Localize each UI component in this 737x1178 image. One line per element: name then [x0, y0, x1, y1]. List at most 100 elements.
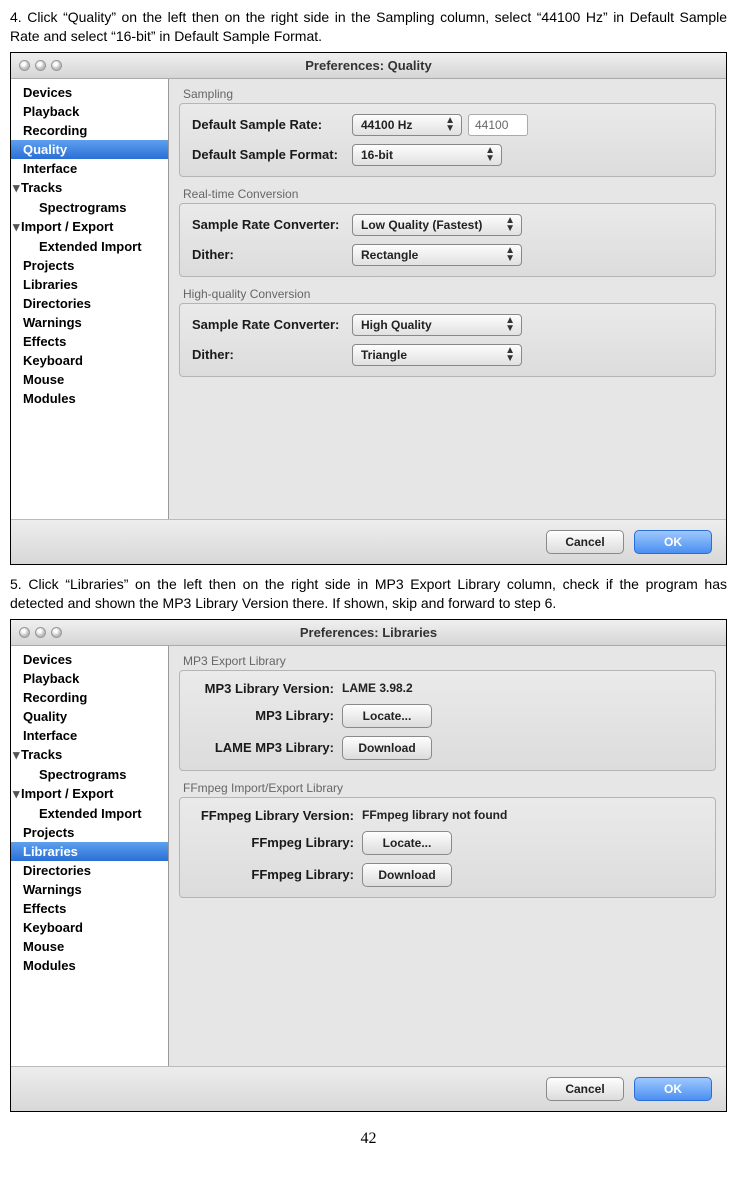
hq-converter-select[interactable]: High Quality ▲▼ — [352, 314, 522, 336]
sidebar-item-import-export[interactable]: ▾Import / Export — [11, 217, 168, 237]
ffmpeg-version-label: FFmpeg Library Version: — [192, 808, 362, 823]
disclosure-triangle-icon: ▾ — [13, 219, 21, 235]
sidebar-item-label: Directories — [23, 296, 91, 311]
sidebar-item-warnings[interactable]: Warnings — [11, 880, 168, 899]
sidebar-item-keyboard[interactable]: Keyboard — [11, 918, 168, 937]
sidebar-item-label: Interface — [23, 161, 77, 176]
rt-converter-select[interactable]: Low Quality (Fastest) ▲▼ — [352, 214, 522, 236]
realtime-group: Sample Rate Converter: Low Quality (Fast… — [179, 203, 716, 277]
mp3-library-label: MP3 Library: — [192, 708, 342, 723]
sidebar-item-label: Extended Import — [39, 239, 142, 254]
main-panel: Sampling Default Sample Rate: 44100 Hz ▲… — [169, 79, 726, 519]
rt-dither-label: Dither: — [192, 247, 352, 262]
ffmpeg-locate-button[interactable]: Locate... — [362, 831, 452, 855]
sidebar-item-interface[interactable]: Interface — [11, 726, 168, 745]
rt-converter-label: Sample Rate Converter: — [192, 217, 352, 232]
mp3-locate-button[interactable]: Locate... — [342, 704, 432, 728]
sidebar-item-mouse[interactable]: Mouse — [11, 937, 168, 956]
chevron-updown-icon: ▲▼ — [505, 217, 515, 233]
sidebar-item-projects[interactable]: Projects — [11, 256, 168, 275]
default-sample-rate-input[interactable]: 44100 — [468, 114, 528, 136]
sidebar-item-devices[interactable]: Devices — [11, 83, 168, 102]
step-4-text: 4. Click “Quality” on the left then on t… — [10, 8, 727, 46]
sidebar-item-label: Extended Import — [39, 806, 142, 821]
preferences-libraries-window: Preferences: Libraries DevicesPlaybackRe… — [10, 619, 727, 1112]
chevron-updown-icon: ▲▼ — [485, 147, 495, 163]
sidebar-item-label: Modules — [23, 391, 76, 406]
sidebar-item-quality[interactable]: Quality — [11, 140, 168, 159]
sidebar-item-label: Mouse — [23, 939, 64, 954]
sidebar-item-effects[interactable]: Effects — [11, 332, 168, 351]
dialog-footer: Cancel OK — [11, 519, 726, 564]
sidebar-item-projects[interactable]: Projects — [11, 823, 168, 842]
sidebar-item-modules[interactable]: Modules — [11, 956, 168, 975]
sidebar-item-directories[interactable]: Directories — [11, 294, 168, 313]
ffmpeg-version-value: FFmpeg library not found — [362, 808, 507, 822]
step-5-text: 5. Click “Libraries” on the left then on… — [10, 575, 727, 613]
lame-download-button[interactable]: Download — [342, 736, 432, 760]
mp3-group: MP3 Library Version: LAME 3.98.2 MP3 Lib… — [179, 670, 716, 771]
sidebar-item-libraries[interactable]: Libraries — [11, 275, 168, 294]
group-label-sampling: Sampling — [183, 87, 716, 101]
group-label-mp3: MP3 Export Library — [183, 654, 716, 668]
sidebar-item-tracks[interactable]: ▾Tracks — [11, 178, 168, 198]
sidebar-item-label: Keyboard — [23, 353, 83, 368]
ok-button[interactable]: OK — [634, 1077, 712, 1101]
sidebar-item-libraries[interactable]: Libraries — [11, 842, 168, 861]
sidebar-item-playback[interactable]: Playback — [11, 669, 168, 688]
sidebar-item-label: Libraries — [23, 277, 78, 292]
window-title: Preferences: Libraries — [11, 625, 726, 640]
chevron-updown-icon: ▲▼ — [445, 117, 455, 133]
ffmpeg-download-button[interactable]: Download — [362, 863, 452, 887]
ffmpeg-download-label: FFmpeg Library: — [192, 867, 362, 882]
sidebar: DevicesPlaybackRecording Quality Interface… — [11, 646, 169, 1066]
window-title: Preferences: Quality — [11, 58, 726, 73]
sidebar-item-modules[interactable]: Modules — [11, 389, 168, 408]
select-value: Low Quality (Fastest) — [361, 218, 482, 232]
sidebar-item-directories[interactable]: Directories — [11, 861, 168, 880]
default-sample-rate-label: Default Sample Rate: — [192, 117, 352, 132]
sidebar-item-recording[interactable]: Recording — [11, 688, 168, 707]
sidebar-item-extended-import[interactable]: Extended Import — [11, 804, 168, 823]
sidebar-item-spectrograms[interactable]: Spectrograms — [11, 765, 168, 784]
cancel-button[interactable]: Cancel — [546, 530, 624, 554]
sidebar-item-label: Directories — [23, 863, 91, 878]
sidebar-item-spectrograms[interactable]: Spectrograms — [11, 198, 168, 217]
titlebar: Preferences: Libraries — [11, 620, 726, 646]
ok-button[interactable]: OK — [634, 530, 712, 554]
sidebar-item-label: Effects — [23, 901, 66, 916]
default-sample-rate-select[interactable]: 44100 Hz ▲▼ — [352, 114, 462, 136]
group-label-hq: High-quality Conversion — [183, 287, 716, 301]
select-value: Rectangle — [361, 248, 418, 262]
page-number: 42 — [10, 1130, 727, 1148]
hq-dither-select[interactable]: Triangle ▲▼ — [352, 344, 522, 366]
sidebar-item-tracks[interactable]: ▾Tracks — [11, 745, 168, 765]
sidebar-item-label: Mouse — [23, 372, 64, 387]
sidebar-item-devices[interactable]: Devices — [11, 650, 168, 669]
sidebar-item-keyboard[interactable]: Keyboard — [11, 351, 168, 370]
default-sample-format-select[interactable]: 16-bit ▲▼ — [352, 144, 502, 166]
dialog-footer: Cancel OK — [11, 1066, 726, 1111]
select-value: 44100 Hz — [361, 118, 412, 132]
sidebar-item-mouse[interactable]: Mouse — [11, 370, 168, 389]
disclosure-triangle-icon: ▾ — [13, 180, 21, 196]
sidebar-item-quality[interactable]: Quality — [11, 707, 168, 726]
group-label-realtime: Real-time Conversion — [183, 187, 716, 201]
rt-dither-select[interactable]: Rectangle ▲▼ — [352, 244, 522, 266]
hq-converter-label: Sample Rate Converter: — [192, 317, 352, 332]
sidebar: DevicesPlaybackRecordingQuality Interface… — [11, 79, 169, 519]
sampling-group: Default Sample Rate: 44100 Hz ▲▼ 44100 D… — [179, 103, 716, 177]
hq-group: Sample Rate Converter: High Quality ▲▼ D… — [179, 303, 716, 377]
sidebar-item-extended-import[interactable]: Extended Import — [11, 237, 168, 256]
cancel-button[interactable]: Cancel — [546, 1077, 624, 1101]
sidebar-item-interface[interactable]: Interface — [11, 159, 168, 178]
titlebar: Preferences: Quality — [11, 53, 726, 79]
sidebar-item-import-export[interactable]: ▾Import / Export — [11, 784, 168, 804]
sidebar-item-playback[interactable]: Playback — [11, 102, 168, 121]
sidebar-item-label: Quality — [23, 709, 67, 724]
select-value: 16-bit — [361, 148, 393, 162]
sidebar-item-effects[interactable]: Effects — [11, 899, 168, 918]
sidebar-item-recording[interactable]: Recording — [11, 121, 168, 140]
chevron-updown-icon: ▲▼ — [505, 247, 515, 263]
sidebar-item-warnings[interactable]: Warnings — [11, 313, 168, 332]
